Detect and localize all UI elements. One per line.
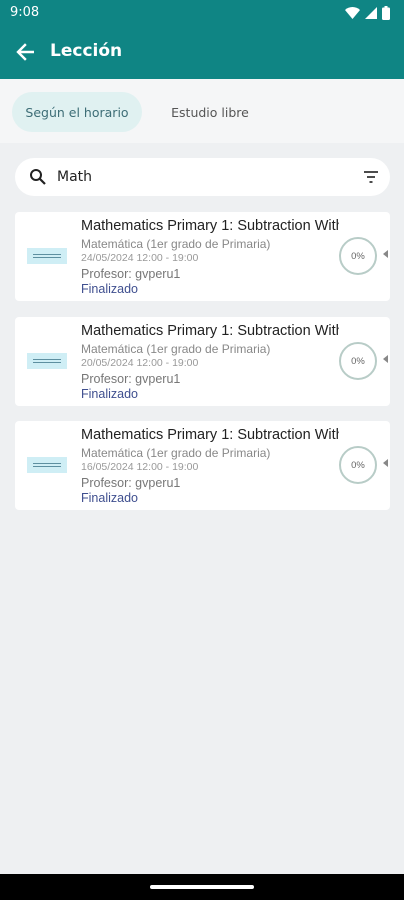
lesson-card[interactable]: Mathematics Primary 1: Subtraction With … (15, 212, 390, 301)
tab-schedule[interactable]: Según el horario (12, 92, 142, 132)
page-title: Lección (50, 41, 123, 61)
lesson-thumbnail (27, 248, 67, 264)
lesson-teacher: Profesor: gvperu1 (81, 267, 181, 281)
lesson-card[interactable]: Mathematics Primary 1: Subtraction With … (15, 317, 390, 406)
lesson-datetime: 20/05/2024 12:00 - 19:00 (81, 357, 199, 369)
tab-free-study[interactable]: Estudio libre (158, 92, 262, 132)
signal-icon (365, 7, 377, 19)
lesson-thumbnail (27, 457, 67, 473)
lesson-card[interactable]: Mathematics Primary 1: Subtraction With … (15, 421, 390, 510)
expand-arrow-icon[interactable] (383, 355, 388, 363)
status-icons (345, 5, 390, 21)
lesson-subject: Matemática (1er grado de Primaria) (81, 237, 271, 251)
lesson-status: Finalizado (81, 387, 138, 401)
status-bar: 9:08 (0, 0, 404, 26)
lesson-datetime: 16/05/2024 12:00 - 19:00 (81, 461, 199, 473)
expand-arrow-icon[interactable] (383, 459, 388, 467)
progress-ring: 0% (339, 342, 377, 380)
tab-bar: Según el horario Estudio libre (0, 79, 404, 143)
lesson-subject: Matemática (1er grado de Primaria) (81, 342, 271, 356)
wifi-icon (345, 7, 360, 19)
lesson-status: Finalizado (81, 491, 138, 505)
app-bar: Lección (0, 26, 404, 79)
lesson-title: Mathematics Primary 1: Subtraction With … (81, 427, 339, 443)
expand-arrow-icon[interactable] (383, 250, 388, 258)
lesson-teacher: Profesor: gvperu1 (81, 476, 181, 490)
lesson-datetime: 24/05/2024 12:00 - 19:00 (81, 252, 199, 264)
lesson-thumbnail (27, 353, 67, 369)
lesson-subject: Matemática (1er grado de Primaria) (81, 446, 271, 460)
status-time: 9:08 (10, 5, 40, 20)
progress-ring: 0% (339, 237, 377, 275)
lesson-status: Finalizado (81, 282, 138, 296)
back-button[interactable] (12, 39, 38, 65)
lesson-teacher: Profesor: gvperu1 (81, 372, 181, 386)
filter-icon[interactable] (362, 168, 380, 186)
lesson-title: Mathematics Primary 1: Subtraction With … (81, 323, 339, 339)
search-input[interactable] (57, 166, 347, 188)
battery-icon (382, 6, 390, 20)
arrow-back-icon (16, 43, 34, 61)
search-bar (15, 158, 390, 196)
lesson-title: Mathematics Primary 1: Subtraction With … (81, 218, 339, 234)
navigation-bar (0, 874, 404, 900)
search-icon (30, 169, 46, 185)
progress-ring: 0% (339, 446, 377, 484)
home-gesture-handle[interactable] (150, 885, 254, 889)
